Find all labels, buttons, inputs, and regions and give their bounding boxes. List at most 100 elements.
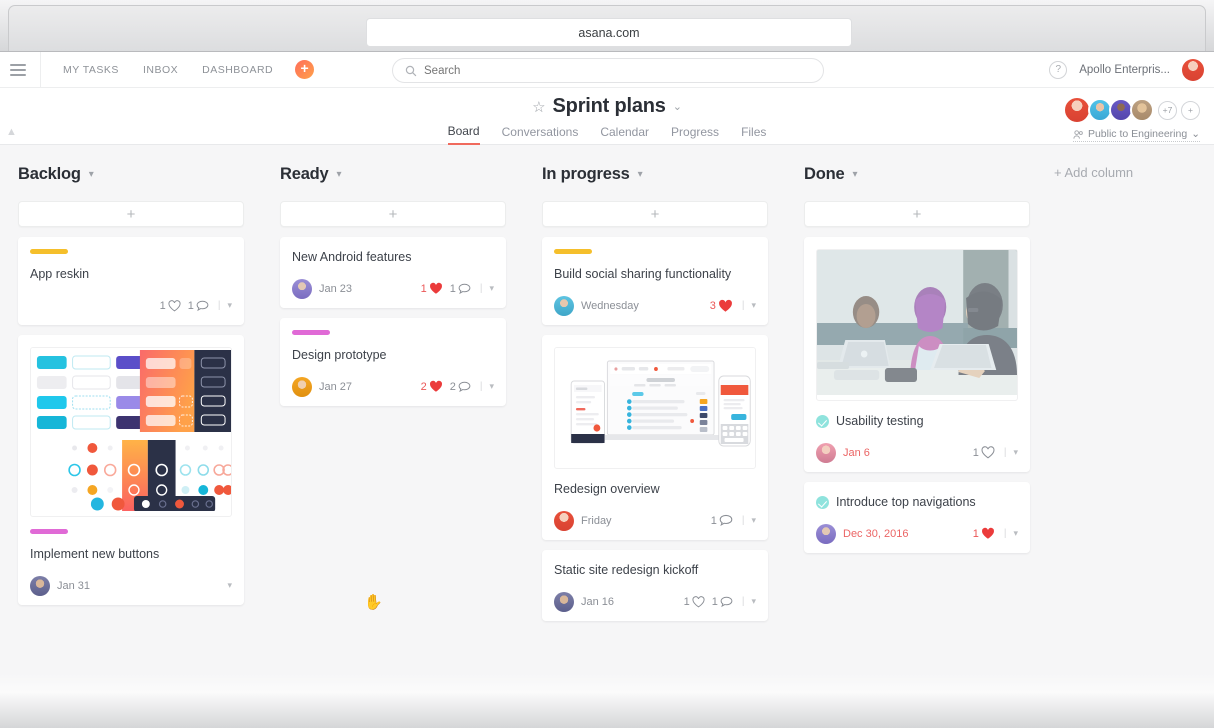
board-canvas: Backlog ▾ + App reskin 1 1 | ▾ Implement… bbox=[0, 145, 1214, 675]
add-member-button[interactable]: + bbox=[1181, 100, 1200, 120]
heart-filled-icon bbox=[718, 299, 732, 312]
nav-link-dashboard[interactable]: DASHBOARD bbox=[202, 64, 273, 76]
member-overflow-count[interactable]: +7 bbox=[1158, 100, 1177, 120]
task-assignee[interactable]: Jan 31 bbox=[30, 575, 90, 596]
like-number: 1 bbox=[972, 446, 979, 459]
task-assignee[interactable]: Dec 30, 2016 bbox=[816, 523, 908, 544]
avatar bbox=[292, 278, 312, 299]
task-card[interactable]: Design prototype Jan 27 2 2 | ▾ bbox=[280, 317, 506, 406]
like-count[interactable]: 1 bbox=[684, 596, 705, 608]
like-count[interactable]: 1 bbox=[973, 446, 995, 459]
task-card[interactable]: Introduce top navigations Dec 30, 2016 1… bbox=[804, 481, 1030, 553]
task-title-row: Introduce top navigations bbox=[816, 494, 1018, 511]
like-count[interactable]: 3 bbox=[710, 299, 733, 313]
tab-board[interactable]: Board bbox=[447, 124, 480, 145]
comment-count[interactable]: 2 bbox=[450, 381, 471, 393]
member-avatars: +7 + bbox=[1063, 96, 1200, 124]
heart-outline-icon bbox=[692, 595, 705, 608]
add-card-button[interactable]: + bbox=[18, 201, 244, 227]
chevron-down-icon[interactable]: ▾ bbox=[89, 169, 94, 180]
chevron-down-icon[interactable]: ▾ bbox=[852, 169, 857, 180]
privacy-label: Public to Engineering bbox=[1087, 128, 1188, 140]
privacy-selector[interactable]: Public to Engineering ⌄ bbox=[1072, 128, 1200, 142]
task-assignee[interactable]: Jan 16 bbox=[554, 591, 614, 612]
search-input[interactable] bbox=[424, 64, 794, 77]
task-footer: Friday 1 | ▾ bbox=[554, 510, 756, 532]
task-assignee[interactable]: Jan 6 bbox=[816, 442, 870, 463]
chevron-down-icon[interactable]: ▾ bbox=[1013, 528, 1018, 539]
comment-count[interactable]: 1 bbox=[188, 300, 209, 312]
completed-check-icon[interactable] bbox=[816, 495, 829, 509]
task-assignee[interactable]: Jan 23 bbox=[292, 278, 352, 299]
task-footer: Wednesday 3 | ▾ bbox=[554, 295, 756, 317]
like-count[interactable]: 2 bbox=[421, 380, 443, 393]
quick-add-button[interactable]: + bbox=[295, 60, 315, 79]
task-assignee[interactable]: Friday bbox=[554, 510, 612, 531]
like-number: 1 bbox=[972, 527, 979, 540]
user-avatar[interactable] bbox=[1182, 59, 1204, 81]
task-card[interactable]: Implement new buttons Jan 31 ▾ bbox=[18, 334, 244, 605]
like-number: 1 bbox=[420, 282, 427, 295]
tab-calendar[interactable]: Calendar bbox=[600, 125, 649, 144]
column-header: Backlog ▾ bbox=[18, 159, 244, 189]
sidebar-collapse-icon[interactable]: ▲ bbox=[6, 126, 17, 138]
avatar bbox=[554, 295, 574, 316]
task-card[interactable]: Static site redesign kickoff Jan 16 1 1 bbox=[542, 549, 768, 621]
task-title: New Android features bbox=[292, 250, 412, 264]
url-bar[interactable]: asana.com bbox=[366, 18, 852, 47]
project-header: ☆ Sprint plans ⌄ Board Conversations Cal… bbox=[0, 88, 1214, 145]
chevron-down-icon[interactable]: ▾ bbox=[489, 381, 494, 392]
add-card-button[interactable]: + bbox=[542, 201, 768, 227]
task-title: Static site redesign kickoff bbox=[554, 562, 699, 577]
heart-outline-icon bbox=[981, 446, 995, 459]
chevron-down-icon[interactable]: ▾ bbox=[489, 283, 494, 294]
chevron-down-icon[interactable]: ▾ bbox=[337, 169, 342, 180]
chevron-down-icon: ⌄ bbox=[1191, 128, 1200, 140]
add-card-button[interactable]: + bbox=[280, 201, 506, 227]
chevron-down-icon[interactable]: ⌄ bbox=[673, 100, 682, 113]
add-card-button[interactable]: + bbox=[804, 201, 1030, 227]
task-card[interactable]: App reskin 1 1 | ▾ bbox=[18, 237, 244, 325]
chevron-down-icon[interactable]: ▾ bbox=[751, 300, 756, 311]
task-card[interactable]: New Android features Jan 23 1 1 | ▾ bbox=[280, 237, 506, 308]
task-meta: 1 1 | ▾ bbox=[421, 282, 494, 295]
chevron-down-icon[interactable]: ▾ bbox=[1013, 447, 1018, 458]
member-avatar[interactable] bbox=[1130, 98, 1154, 122]
chevron-down-icon[interactable]: ▾ bbox=[638, 169, 643, 180]
tab-conversations[interactable]: Conversations bbox=[502, 125, 579, 144]
nav-link-inbox[interactable]: INBOX bbox=[143, 64, 178, 76]
hamburger-icon[interactable] bbox=[10, 63, 26, 76]
like-count[interactable]: 1 bbox=[973, 527, 995, 540]
task-title: App reskin bbox=[30, 267, 90, 281]
task-card[interactable]: Build social sharing functionality Wedne… bbox=[542, 237, 768, 325]
workspace-name[interactable]: Apollo Enterpris... bbox=[1079, 64, 1170, 76]
task-assignee[interactable]: Jan 27 bbox=[292, 376, 352, 397]
comment-count[interactable]: 1 bbox=[450, 283, 471, 295]
help-icon[interactable]: ? bbox=[1049, 61, 1068, 79]
task-assignee[interactable]: Wednesday bbox=[554, 295, 639, 316]
add-column-button[interactable]: + Add column bbox=[1054, 159, 1133, 675]
avatar bbox=[554, 510, 574, 531]
chevron-down-icon[interactable]: ▾ bbox=[751, 596, 756, 607]
nav-link-my-tasks[interactable]: MY TASKS bbox=[63, 64, 119, 76]
star-icon[interactable]: ☆ bbox=[532, 98, 545, 116]
chevron-down-icon[interactable]: ▾ bbox=[227, 580, 232, 591]
task-card[interactable]: Redesign overview Friday 1 | ▾ bbox=[542, 334, 768, 540]
tab-files[interactable]: Files bbox=[741, 125, 766, 144]
comment-icon bbox=[196, 300, 209, 312]
task-meta: 1 | ▾ bbox=[711, 514, 756, 527]
task-card[interactable]: Usability testing Jan 6 1 | ▾ bbox=[804, 237, 1030, 472]
task-thumbnail-design-system bbox=[30, 346, 232, 517]
tab-progress[interactable]: Progress bbox=[671, 125, 719, 144]
member-avatar[interactable] bbox=[1063, 96, 1091, 124]
completed-check-icon[interactable] bbox=[816, 414, 829, 428]
like-count[interactable]: 1 bbox=[421, 282, 443, 295]
chevron-down-icon[interactable]: ▾ bbox=[751, 515, 756, 526]
search-box[interactable] bbox=[392, 58, 824, 83]
chevron-down-icon[interactable]: ▾ bbox=[227, 300, 232, 311]
comment-count[interactable]: 1 bbox=[712, 596, 733, 608]
heart-filled-icon bbox=[429, 381, 442, 392]
like-count[interactable]: 1 bbox=[160, 300, 181, 312]
comment-icon bbox=[458, 283, 471, 295]
comment-count[interactable]: 1 bbox=[711, 514, 733, 527]
